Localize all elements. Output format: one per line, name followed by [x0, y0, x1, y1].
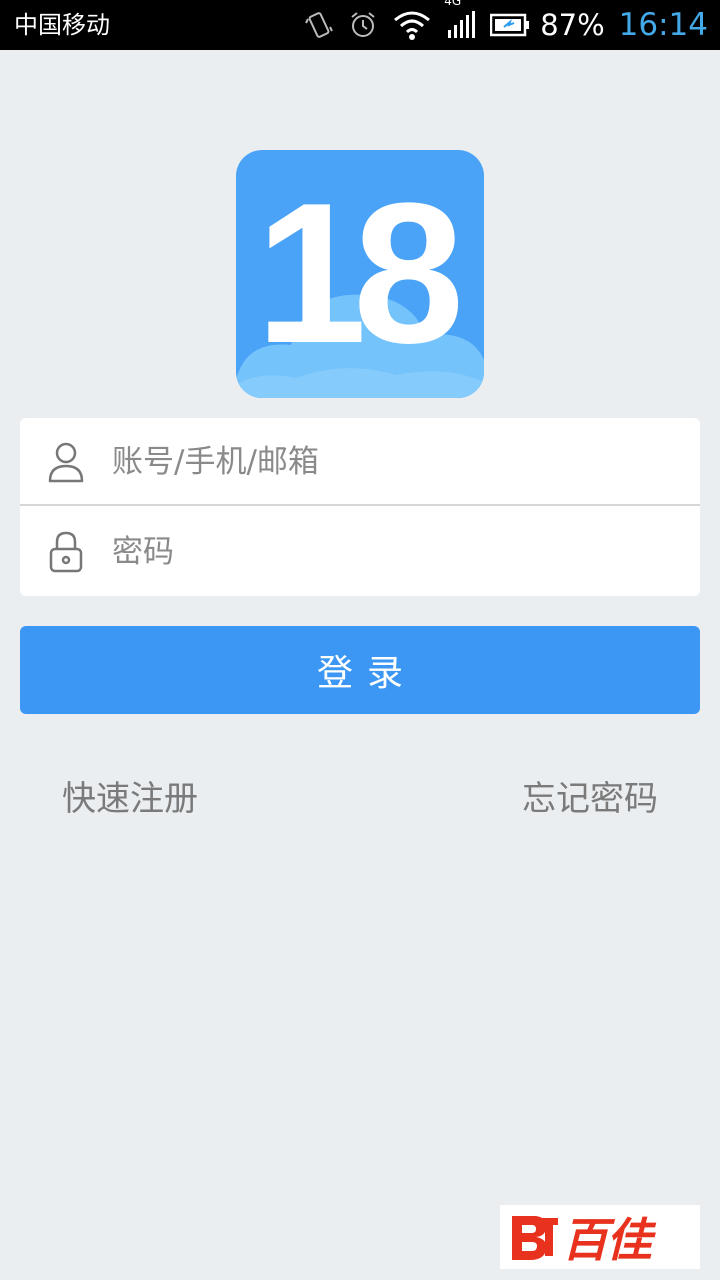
logo-text: 18 — [255, 162, 464, 385]
battery-icon — [490, 13, 530, 37]
vibrate-icon — [304, 10, 334, 40]
password-field — [20, 508, 700, 596]
wifi-icon — [392, 10, 432, 40]
carrier-name: 中国移动 — [14, 11, 110, 39]
password-input[interactable] — [112, 522, 672, 582]
status-bar: 中国移动 4G 87% 16:14 — [0, 0, 720, 50]
watermark-mark-icon — [512, 1216, 558, 1260]
lock-icon — [47, 530, 85, 574]
account-input[interactable] — [112, 432, 672, 492]
watermark-text: 百佳 — [562, 1213, 652, 1267]
app-logo: 18 — [236, 150, 484, 398]
login-button[interactable]: 登录 — [20, 626, 700, 714]
alarm-icon — [348, 10, 378, 40]
signal-icon: 4G — [444, 0, 476, 40]
login-form — [20, 418, 700, 596]
clock: 16:14 — [618, 7, 708, 43]
user-icon — [47, 440, 85, 484]
battery-percent: 87% — [540, 8, 605, 42]
network-type: 4G — [444, 0, 462, 8]
watermark-logo: 百佳 — [500, 1205, 700, 1269]
forgot-password-link[interactable]: 忘记密码 — [522, 776, 658, 822]
register-link[interactable]: 快速注册 — [62, 776, 198, 822]
account-field — [20, 418, 700, 506]
status-icons: 4G 87% 16:14 — [290, 0, 708, 50]
